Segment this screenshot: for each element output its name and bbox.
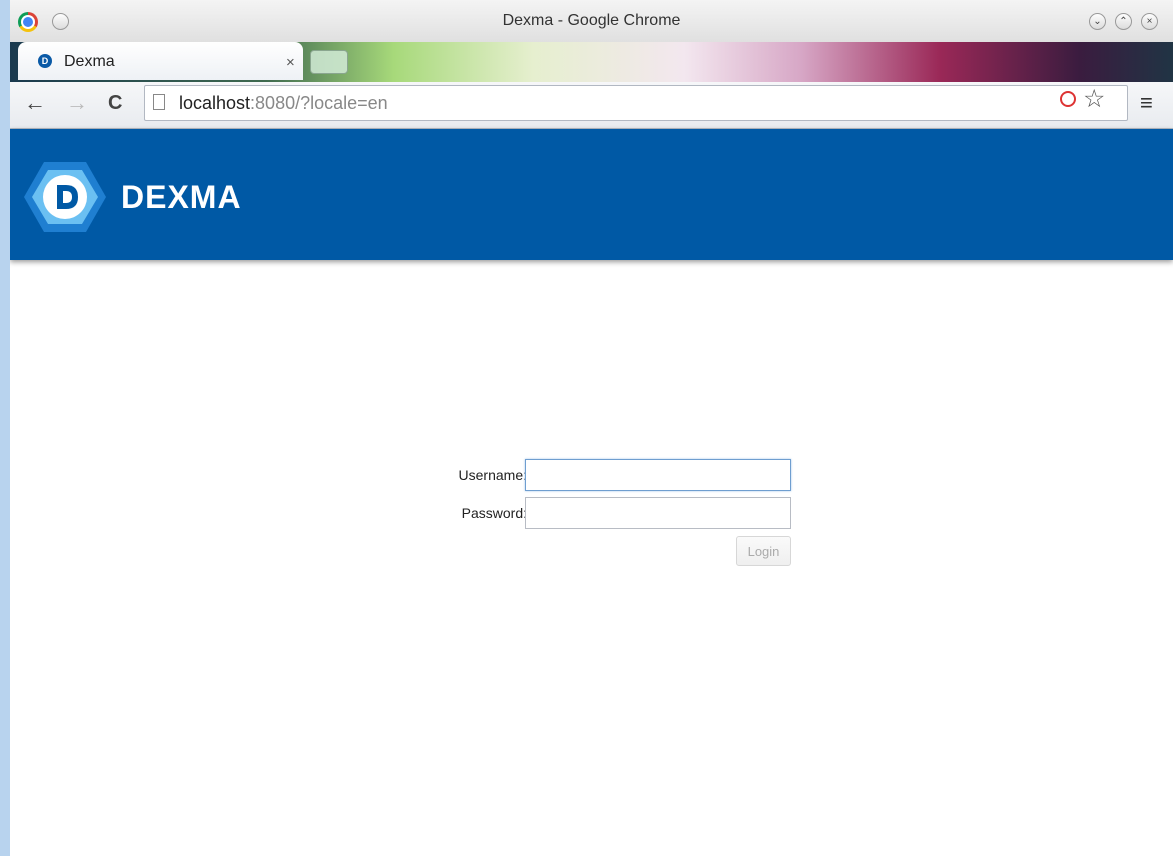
tab-close-icon[interactable]: ×: [286, 54, 295, 71]
reload-icon[interactable]: C: [108, 90, 122, 116]
window-close-button[interactable]: ×: [1141, 13, 1158, 30]
address-bar[interactable]: localhost:8080/?locale=en: [144, 85, 1128, 121]
brand-name: DEXMA: [121, 179, 242, 215]
tab-strip: D Dexma ×: [10, 42, 1173, 82]
new-tab-button[interactable]: [310, 50, 348, 74]
window-titlebar: Dexma - Google Chrome ⌄ ⌃ ×: [10, 0, 1173, 42]
window-minimize-button[interactable]: ⌄: [1089, 13, 1106, 30]
password-input[interactable]: [525, 497, 791, 529]
url-host: localhost:8080/?locale=en: [179, 93, 388, 114]
tab-title: Dexma: [64, 53, 115, 70]
username-input[interactable]: [525, 459, 791, 491]
login-form: Username: Password: Login: [410, 456, 810, 576]
url-host-text: localhost: [179, 93, 251, 113]
dexma-logo-icon: [24, 162, 106, 232]
window-maximize-button[interactable]: ⌃: [1115, 13, 1132, 30]
back-arrow-icon[interactable]: ←: [24, 90, 46, 116]
browser-window: Dexma - Google Chrome ⌄ ⌃ × D Dexma × ← …: [10, 0, 1173, 856]
tab-dexma[interactable]: D Dexma ×: [18, 42, 303, 80]
password-label: Password:: [461, 505, 527, 521]
extension-icon[interactable]: [1060, 91, 1076, 107]
login-button[interactable]: Login: [736, 536, 791, 566]
chrome-menu-icon[interactable]: ≡: [1140, 90, 1153, 116]
forward-arrow-icon[interactable]: →: [66, 90, 88, 116]
window-title: Dexma - Google Chrome: [502, 12, 681, 29]
url-path: :8080/?locale=en: [250, 93, 388, 113]
dexma-favicon-icon: D: [38, 54, 52, 68]
username-label: Username:: [458, 467, 527, 483]
bookmark-star-icon[interactable]: ☆: [1083, 84, 1105, 114]
browser-toolbar: ← → C localhost:8080/?locale=en ☆ ≡: [10, 82, 1173, 129]
app-header: DEXMA: [10, 129, 1173, 260]
page-icon: [153, 94, 165, 110]
